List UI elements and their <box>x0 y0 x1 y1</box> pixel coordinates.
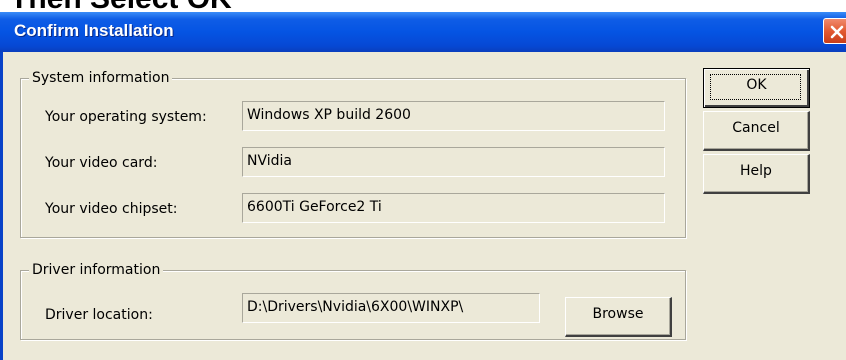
browse-button[interactable]: Browse <box>565 297 672 337</box>
ok-focus-ring <box>710 74 801 100</box>
help-button-label: Help <box>740 163 772 179</box>
driver-location-value: D:\Drivers\Nvidia\6X00\WINXP\ <box>242 293 540 323</box>
cancel-button-label: Cancel <box>732 120 780 136</box>
title-bar[interactable]: Confirm Installation <box>0 12 846 52</box>
window-title: Confirm Installation <box>14 21 174 40</box>
driver-information-group: Driver information Driver location: D:\D… <box>20 262 686 340</box>
driver-location-label: Driver location: <box>45 307 153 323</box>
video-chipset-value: 6600Ti GeForce2 Ti <box>242 193 665 223</box>
operating-system-value: Windows XP build 2600 <box>242 101 665 131</box>
browse-button-label: Browse <box>592 306 644 322</box>
operating-system-label: Your operating system: <box>45 109 207 125</box>
video-chipset-label: Your video chipset: <box>45 201 178 217</box>
system-information-group: System information Your operating system… <box>20 70 686 238</box>
close-button[interactable] <box>823 18 846 44</box>
cancel-button[interactable]: Cancel <box>703 111 810 151</box>
help-button[interactable]: Help <box>703 154 810 194</box>
confirm-installation-dialog: Confirm Installation System information … <box>0 12 846 360</box>
system-information-legend: System information <box>29 70 173 86</box>
close-x-icon <box>830 25 844 39</box>
ok-button[interactable]: OK <box>703 68 810 108</box>
driver-information-legend: Driver information <box>29 262 164 278</box>
video-card-value: NVidia <box>242 147 665 177</box>
video-card-label: Your video card: <box>45 155 158 171</box>
